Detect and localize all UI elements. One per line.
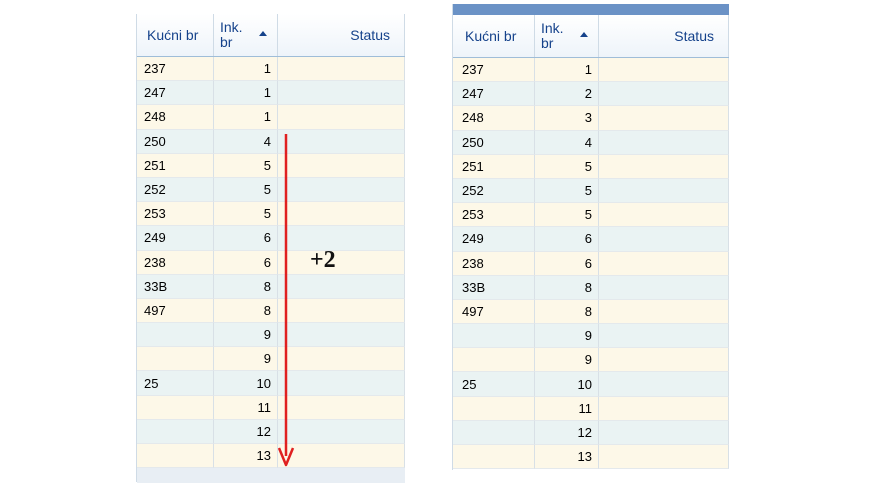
annotation-overlay — [277, 134, 295, 467]
annotation-label: +2 — [310, 247, 336, 273]
